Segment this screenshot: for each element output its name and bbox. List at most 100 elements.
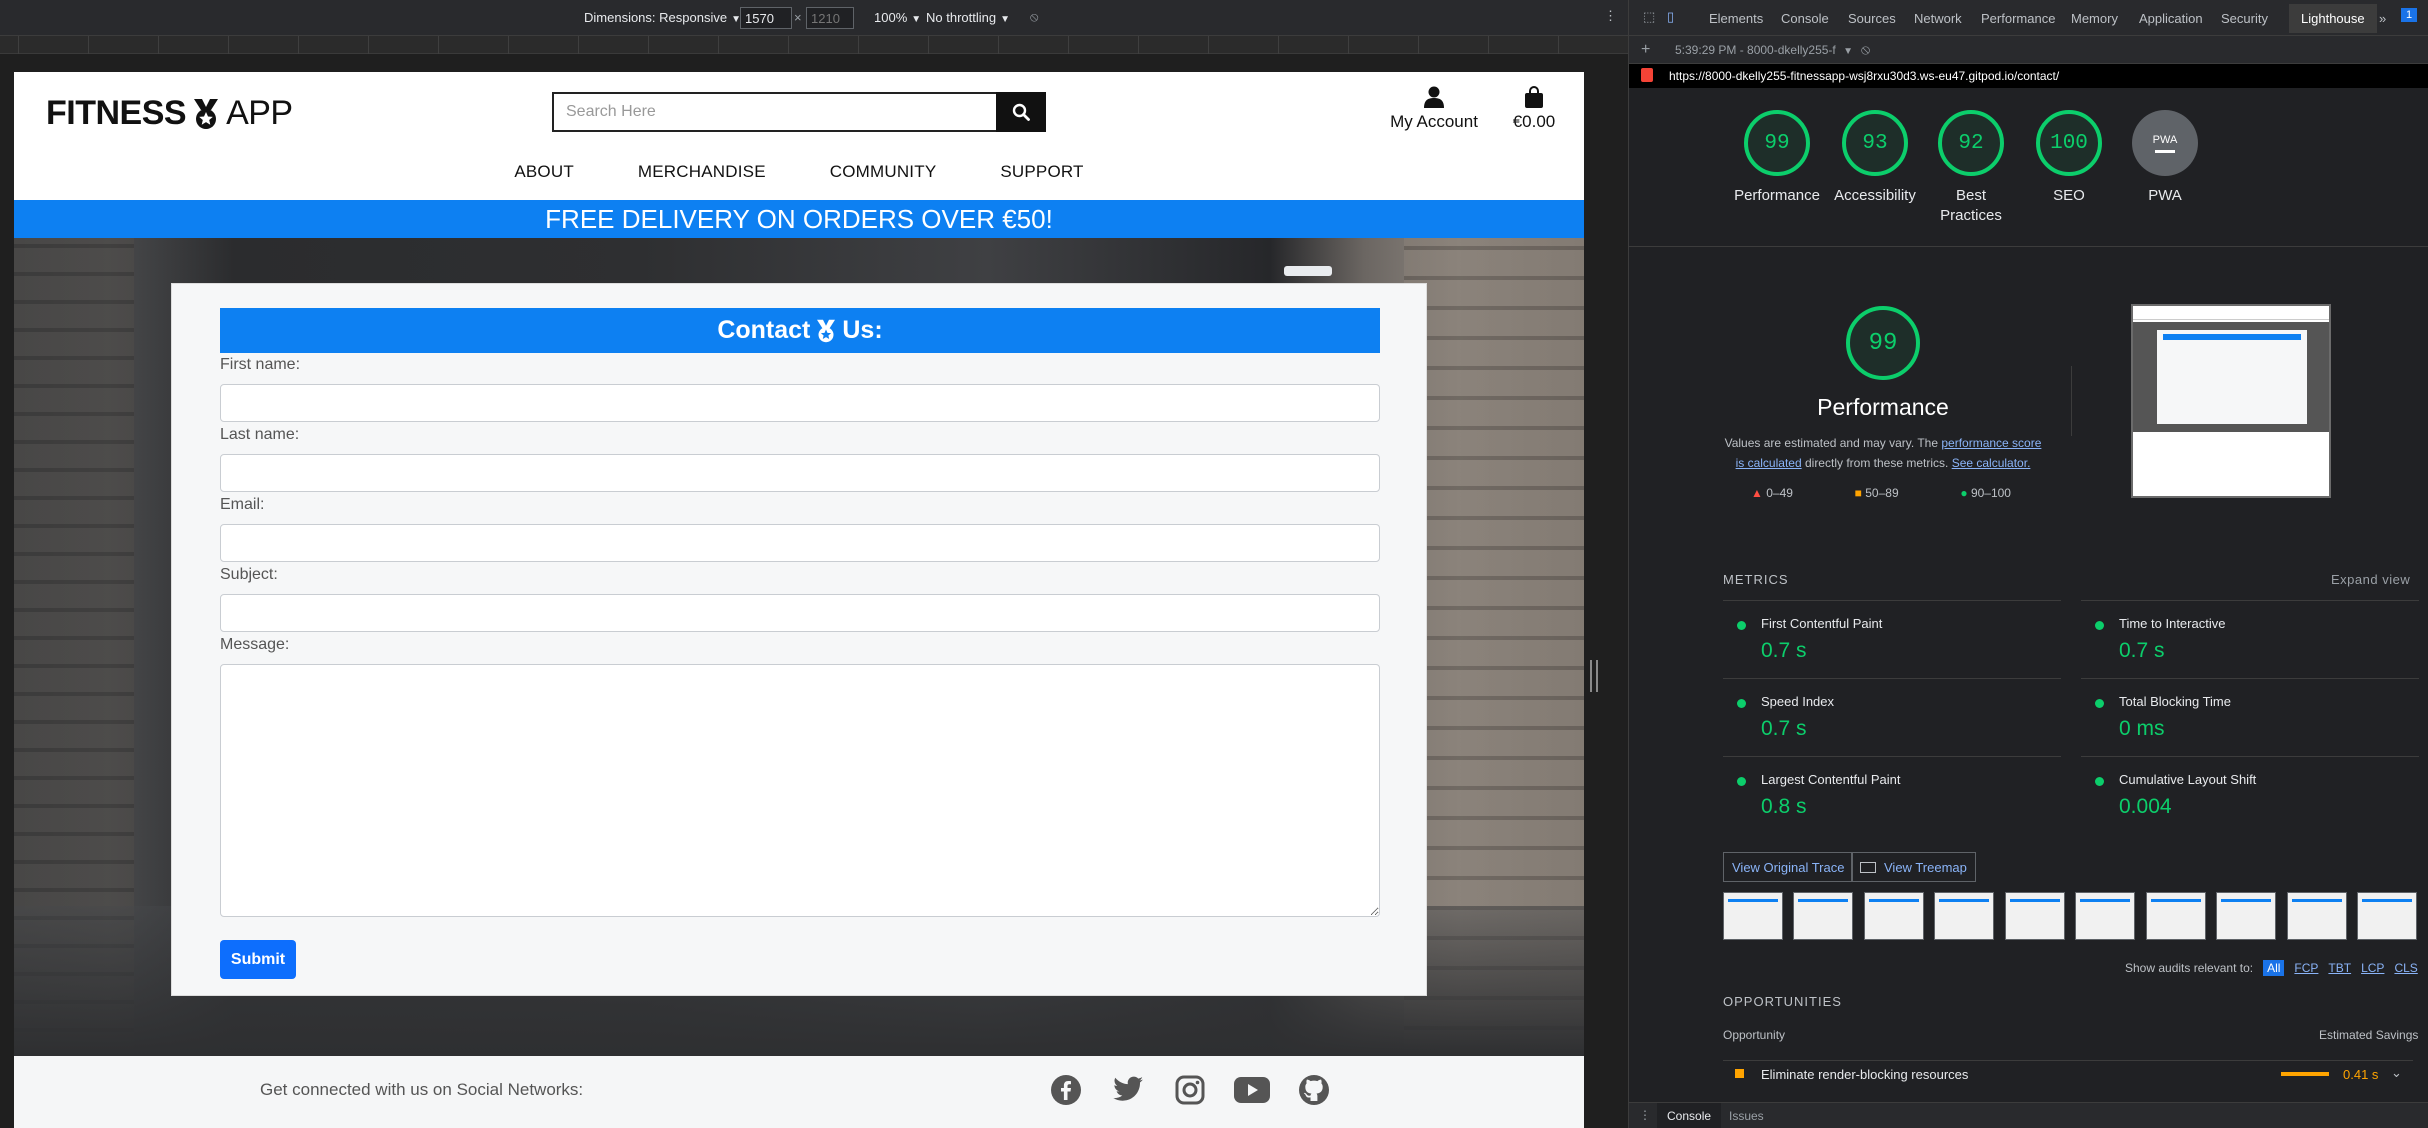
width-input[interactable] [740, 7, 792, 29]
ruler-tick [1138, 36, 1139, 54]
message-textarea[interactable] [220, 664, 1380, 917]
ruler-tick [88, 36, 89, 54]
metrics-title: METRICS [1723, 572, 1789, 587]
pwa-dash [2155, 149, 2175, 153]
filmstrip-frame [1934, 892, 1994, 940]
media-query-ruler [0, 36, 1628, 54]
divider [2071, 366, 2072, 436]
first-name-input[interactable] [220, 384, 1380, 422]
metric-value: 0.8 s [1761, 795, 1807, 818]
filter-fcp[interactable]: FCP [2294, 961, 2318, 975]
contact-title-right: Us: [842, 316, 883, 344]
device-toggle-icon[interactable]: ▯ [1667, 9, 1674, 25]
rotate-icon[interactable]: ⦸ [1030, 9, 1038, 25]
gauge-seo[interactable]: 100 SEO [2019, 110, 2119, 206]
tab-sources[interactable]: Sources [1848, 11, 1896, 26]
view-treemap-label: View Treemap [1884, 859, 1967, 875]
nav-about[interactable]: ABOUT [514, 162, 574, 182]
metric-speed-index: Speed Index 0.7 s [1723, 678, 2061, 756]
tab-lighthouse[interactable]: Lighthouse [2289, 4, 2377, 33]
ruler-tick [998, 36, 999, 54]
filter-cls[interactable]: CLS [2394, 961, 2417, 975]
instagram-icon[interactable] [1170, 1070, 1210, 1110]
tab-performance[interactable]: Performance [1981, 11, 2055, 26]
gauge-accessibility[interactable]: 93 Accessibility [1825, 110, 1925, 206]
my-account-link[interactable]: My Account [1384, 86, 1484, 132]
nav-merchandise[interactable]: MERCHANDISE [638, 162, 766, 182]
github-icon[interactable] [1294, 1070, 1334, 1110]
ruler-tick [1208, 36, 1209, 54]
ruler-tick [508, 36, 509, 54]
gauge-best-practices[interactable]: 92 Best Practices [1921, 110, 2021, 226]
dimensions-dropdown[interactable]: Dimensions: Responsive ▼ [584, 10, 741, 25]
contact-title: Contact Us: [220, 308, 1380, 353]
tab-console[interactable]: Console [1781, 11, 1829, 26]
zoom-dropdown[interactable]: 100% ▼ [874, 10, 921, 25]
search-form [552, 92, 1046, 132]
triangle-icon: ▲ [1751, 486, 1763, 500]
final-screenshot-thumbnail[interactable] [2131, 304, 2331, 498]
medal-icon [194, 98, 219, 129]
subject-input[interactable] [220, 594, 1380, 632]
search-input[interactable] [552, 92, 996, 132]
facebook-icon[interactable] [1046, 1070, 1086, 1110]
nav-community[interactable]: COMMUNITY [830, 162, 937, 182]
email-label: Email: [220, 496, 265, 513]
throttling-dropdown[interactable]: No throttling ▼ [926, 10, 1010, 25]
social-icons [1046, 1070, 1334, 1110]
report-selector[interactable]: 5:39:29 PM - 8000-dkelly255-f ▼ [1675, 43, 1853, 57]
lighthouse-url[interactable]: https://8000-dkelly255-fitnessapp-wsj8rx… [1669, 69, 2059, 83]
legend-average: ■ 50–89 [1855, 486, 1899, 500]
lighthouse-url-bar: https://8000-dkelly255-fitnessapp-wsj8rx… [1629, 64, 2428, 88]
new-report-icon[interactable]: + [1641, 41, 1650, 59]
gauge-performance[interactable]: 99 Performance [1727, 110, 1827, 206]
opportunity-column: Opportunity [1723, 1028, 1786, 1042]
drawer-tab-issues[interactable]: Issues [1729, 1109, 1764, 1123]
height-input[interactable] [806, 7, 854, 29]
cart-link[interactable]: €0.00 [1504, 86, 1564, 132]
filter-all[interactable]: All [2263, 960, 2285, 976]
devtools-panel: ⬚ ▯ Elements Console Sources Network Per… [1628, 0, 2428, 1128]
tab-application[interactable]: Application [2139, 11, 2203, 26]
submit-button[interactable]: Submit [220, 940, 296, 979]
gauge-label: PWA [2148, 187, 2182, 204]
youtube-icon[interactable] [1232, 1070, 1272, 1110]
inspect-element-icon[interactable]: ⬚ [1643, 9, 1655, 25]
view-treemap-button[interactable]: View Treemap [1851, 852, 1976, 882]
expand-view-toggle[interactable]: Expand view [2331, 572, 2410, 587]
more-options-icon[interactable]: ⋮ [1604, 8, 1617, 24]
drawer-menu-icon[interactable]: ⋮ [1639, 1108, 1651, 1122]
report-selector-label: 5:39:29 PM - 8000-dkelly255-f [1675, 43, 1836, 57]
clear-icon[interactable]: ⦸ [1861, 41, 1870, 58]
tab-elements[interactable]: Elements [1709, 11, 1763, 26]
last-name-input[interactable] [220, 454, 1380, 492]
opportunity-row[interactable]: Eliminate render-blocking resources 0.41… [1723, 1060, 2413, 1086]
tab-network[interactable]: Network [1914, 11, 1962, 26]
more-tabs-icon[interactable]: » [2379, 11, 2386, 26]
twitter-icon[interactable] [1108, 1070, 1148, 1110]
gauge-pwa[interactable]: PWA PWA [2115, 110, 2215, 206]
medal-icon [817, 319, 836, 342]
chevron-down-icon[interactable]: ⌄ [2391, 1065, 2402, 1081]
logo-text-left: FITNESS [46, 94, 187, 132]
performance-title: Performance [1817, 394, 1949, 420]
issues-badge[interactable]: 1 [2401, 8, 2418, 22]
shopping-bag-icon [1525, 86, 1543, 108]
filter-tbt[interactable]: TBT [2328, 961, 2351, 975]
search-button[interactable] [996, 92, 1046, 132]
metric-fcp: First Contentful Paint 0.7 s [1723, 600, 2061, 678]
opportunities-title: OPPORTUNITIES [1723, 994, 1842, 1009]
audit-filter-label: Show audits relevant to: [2125, 961, 2254, 975]
see-calculator-link[interactable]: See calculator. [1952, 456, 2031, 470]
ruler-tick [718, 36, 719, 54]
view-original-trace-button[interactable]: View Original Trace [1723, 852, 1854, 882]
metric-name: First Contentful Paint [1761, 616, 1883, 631]
nav-support[interactable]: SUPPORT [1000, 162, 1083, 182]
filter-lcp[interactable]: LCP [2361, 961, 2384, 975]
email-input[interactable] [220, 524, 1380, 562]
site-logo[interactable]: FITNESS APP [46, 94, 293, 133]
drawer-tab-console[interactable]: Console [1657, 1103, 1722, 1128]
tab-memory[interactable]: Memory [2071, 11, 2118, 26]
viewport-resize-handle[interactable] [1590, 660, 1598, 692]
tab-security[interactable]: Security [2221, 11, 2268, 26]
